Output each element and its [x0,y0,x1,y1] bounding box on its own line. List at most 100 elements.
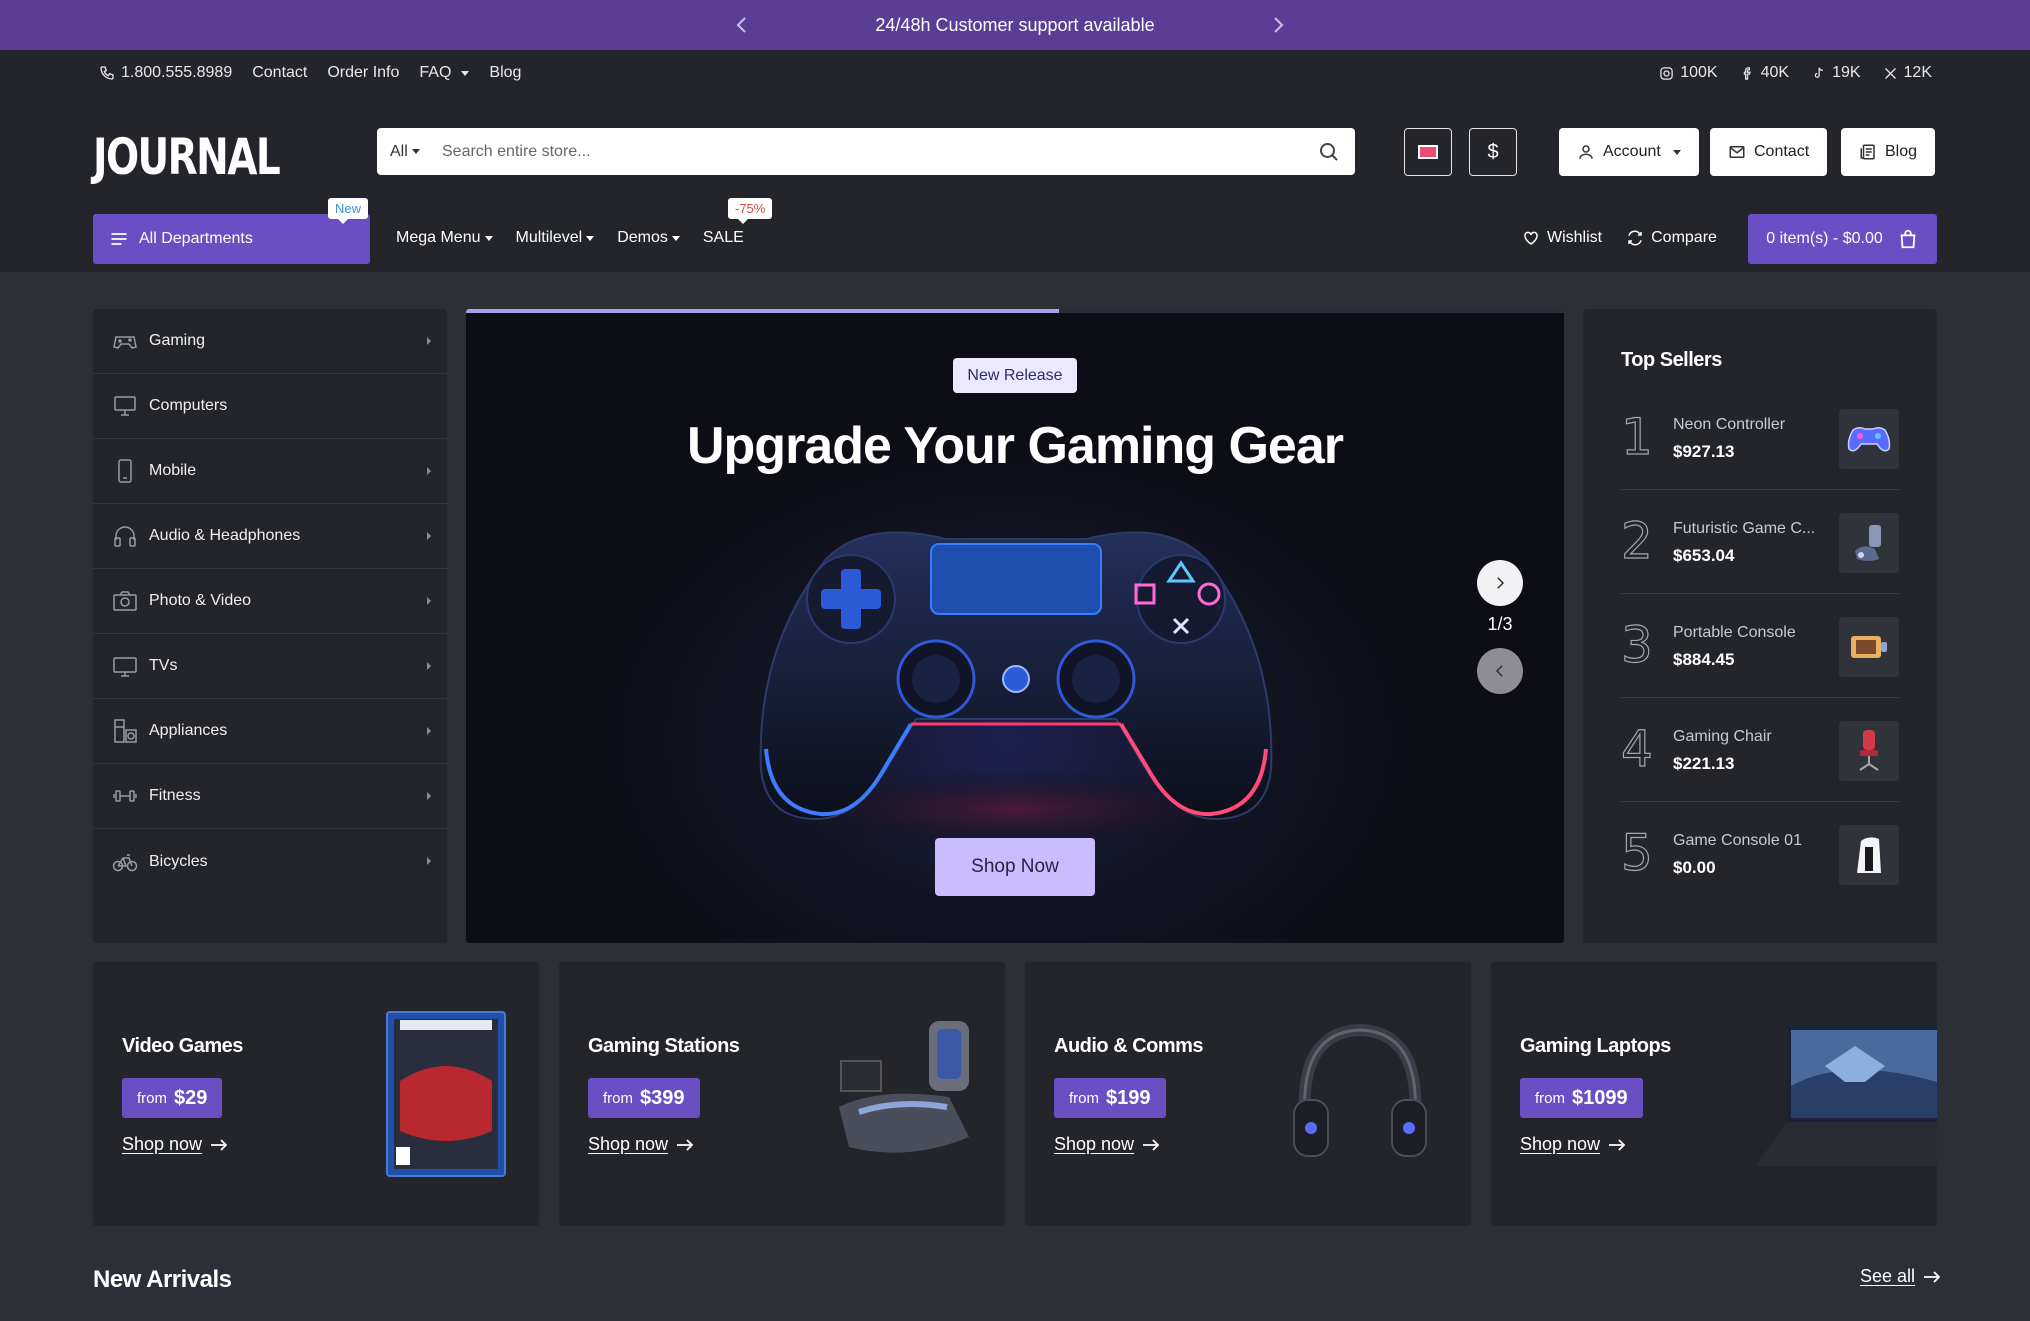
shop-now-label: Shop now [588,1134,669,1154]
currency-button[interactable]: $ [1469,128,1517,176]
tiktok-icon [1811,66,1826,81]
search-input[interactable] [442,142,1317,161]
compare-link[interactable]: Compare [1626,229,1717,247]
shop-now-link[interactable]: Shop now [1520,1134,1626,1155]
chevron-right-icon [427,662,431,670]
sidebar-item-audio-headphones[interactable]: Audio & Headphones [93,504,447,569]
sidebar-item-fitness[interactable]: Fitness [93,764,447,829]
chevron-down-icon [411,149,420,154]
compare-label: Compare [1651,229,1717,246]
top-seller-item[interactable]: 4 Gaming Chair $221.13 [1620,698,1899,802]
sidebar-item-computers[interactable]: Computers [93,374,447,439]
instagram-link[interactable]: 100K [1659,64,1718,82]
sidebar-item-appliances[interactable]: Appliances [93,699,447,764]
announcement-bar: 24/48h Customer support available [0,0,2030,50]
all-departments-label: All Departments [139,230,253,247]
sidebar-item-photo-video[interactable]: Photo & Video [93,569,447,634]
tiktok-link[interactable]: 19K [1811,64,1861,82]
arrow-right-icon [1924,1270,1941,1283]
nav-demos[interactable]: Demos [617,229,680,247]
bicycle-icon [112,849,138,875]
currency-symbol: $ [1487,140,1499,163]
topbar-blog-link[interactable]: Blog [489,64,521,82]
product-price: $0.00 [1673,858,1716,877]
site-logo[interactable]: JOURNAL [93,128,281,186]
hero-title: Upgrade Your Gaming Gear [686,417,1344,475]
promo-card-audio-comms: Audio & Comms from $199 Shop now [1025,962,1471,1226]
sidebar-item-label: Fitness [149,787,201,804]
promo-card-gaming-laptops: Gaming Laptops from $1099 Shop now [1491,962,1937,1226]
cart-button[interactable]: 0 item(s) - $0.00 [1748,214,1937,264]
category-sidebar: Gaming Computers Mobile Audio & Headphon… [93,309,447,943]
nav-sale[interactable]: SALE [703,229,744,247]
wishlist-link[interactable]: Wishlist [1522,229,1602,247]
headphones-icon [112,523,138,549]
rank-number: 3 [1620,615,1653,674]
promo-title: Gaming Laptops [1520,1035,1671,1057]
price-value: $399 [640,1086,685,1109]
chevron-down-icon [586,235,595,241]
facebook-link[interactable]: 40K [1740,64,1789,82]
arrow-right-icon [211,1138,228,1151]
facebook-icon [1740,66,1755,81]
top-bar: 1.800.555.8989 Contact Order Info FAQ Bl… [0,50,2030,98]
price-value: $199 [1106,1086,1151,1109]
promo-price-badge[interactable]: from $199 [1054,1078,1166,1118]
chevron-down-icon [461,70,470,76]
gaming-chair-image [819,1017,989,1167]
shop-now-link[interactable]: Shop now [1054,1134,1160,1155]
nav-multilevel[interactable]: Multilevel [516,229,595,247]
top-seller-item[interactable]: 5 Game Console 01 $0.00 [1620,802,1899,906]
rank-number: 2 [1620,511,1653,570]
product-price: $653.04 [1673,546,1735,565]
chevron-right-icon [427,337,431,345]
slider-next-button[interactable] [1477,560,1523,606]
chevron-left-icon[interactable] [730,13,754,37]
topbar-order-info-link[interactable]: Order Info [327,64,399,82]
chevron-left-icon [1491,662,1509,680]
phone-icon [99,65,115,81]
phone-link[interactable]: 1.800.555.8989 [99,64,232,82]
faq-label: FAQ [419,64,452,81]
promo-price-badge[interactable]: from $1099 [1520,1078,1643,1118]
search-category-select[interactable]: All [377,143,432,161]
chevron-right-icon [427,727,431,735]
top-seller-item[interactable]: 3 Portable Console $884.45 [1620,594,1899,698]
shop-now-link[interactable]: Shop now [588,1134,694,1155]
chevron-right-icon[interactable] [1266,13,1290,37]
wishlist-label: Wishlist [1547,229,1603,246]
shop-now-link[interactable]: Shop now [122,1134,228,1155]
slider-prev-button[interactable] [1477,648,1523,694]
account-button[interactable]: Account [1559,128,1699,176]
chevron-right-icon [427,792,431,800]
all-departments-button[interactable]: All Departments [93,214,370,264]
sidebar-item-gaming[interactable]: Gaming [93,309,447,374]
slide-progress-bar [466,309,1564,313]
sidebar-item-mobile[interactable]: Mobile [93,439,447,504]
shop-now-button[interactable]: Shop Now [935,838,1095,896]
mail-icon [1728,143,1746,161]
language-button[interactable] [1404,128,1452,176]
compare-icon [1626,229,1644,247]
see-all-link[interactable]: See all [1860,1266,1941,1287]
sidebar-item-tvs[interactable]: TVs [93,634,447,699]
rank-number: 4 [1620,719,1653,778]
x-link[interactable]: 12K [1883,64,1932,82]
chevron-right-icon [427,467,431,475]
blog-button[interactable]: Blog [1841,128,1936,176]
topbar-contact-link[interactable]: Contact [252,64,307,82]
contact-button[interactable]: Contact [1710,128,1828,176]
search-icon[interactable] [1317,140,1341,164]
promo-price-badge[interactable]: from $29 [122,1078,223,1118]
top-seller-item[interactable]: 2 Futuristic Game C... $653.04 [1620,490,1899,594]
topbar-faq-link[interactable]: FAQ [419,64,470,82]
cart-summary: 0 item(s) - $0.00 [1766,230,1883,247]
chevron-down-icon [484,235,493,241]
promo-price-badge[interactable]: from $399 [588,1078,700,1118]
sidebar-item-label: Audio & Headphones [149,527,301,544]
sidebar-item-bicycles[interactable]: Bicycles [93,829,447,894]
nav-mega-menu[interactable]: Mega Menu [396,229,493,247]
search-category-label: All [390,142,408,160]
top-seller-item[interactable]: 1 Neon Controller $927.13 [1620,386,1899,490]
product-thumbnail [1839,513,1899,573]
